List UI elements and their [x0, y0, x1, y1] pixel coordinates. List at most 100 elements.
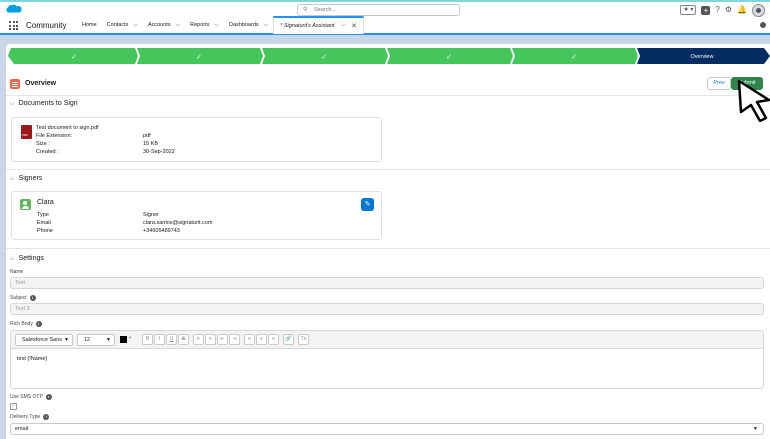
info-icon[interactable]: i — [29, 295, 36, 301]
signer-field-value: clara.santos@signaturit.com — [143, 220, 213, 226]
section-signers-header[interactable]: ⌵ Signers — [10, 174, 42, 184]
nav-settings-icon[interactable] — [760, 22, 766, 28]
app-name: Community — [26, 21, 67, 30]
signer-field-label: Email — [37, 220, 51, 226]
chevron-down-icon: ⌵ — [10, 101, 15, 107]
nav-item-reports[interactable]: Reports ⌵ — [185, 17, 224, 33]
text-color-dropdown-icon[interactable]: ▼ — [128, 335, 132, 340]
dropdown-arrow-icon: ▼ — [106, 337, 111, 343]
checkmark-icon: ✓ — [196, 53, 202, 61]
delivery-type-select[interactable]: email ▼ — [10, 423, 764, 435]
global-actions-icon[interactable]: + — [701, 5, 711, 15]
font-family-select[interactable]: Salesforce Sans ▼ — [15, 334, 73, 346]
underline-button[interactable]: U — [166, 334, 177, 345]
chevron-down-icon[interactable]: ⌵ — [133, 22, 138, 29]
app-launcher-icon[interactable] — [9, 21, 18, 30]
prev-button[interactable]: Prev — [707, 77, 731, 90]
search-placeholder: Search... — [314, 7, 337, 13]
checkmark-icon: ✓ — [446, 53, 452, 61]
rich-body-content[interactable]: test {!Name} — [17, 356, 47, 362]
notifications-bell-icon[interactable]: 🔔 — [737, 4, 747, 16]
delivery-type-label: Delivery Type i — [10, 414, 50, 420]
progress-path: ✓ ✓ ✓ ✓ ✓ Overview — [8, 48, 770, 64]
nav-item-label: Reports — [190, 22, 210, 28]
doc-field-label: Size : — [36, 141, 50, 147]
pdf-file-icon — [21, 125, 32, 139]
close-tab-icon[interactable]: ✕ — [351, 22, 357, 30]
align-right-button[interactable]: ≡ — [268, 334, 279, 345]
document-name[interactable]: Test document to sign.pdf — [36, 125, 99, 131]
app-navigation-bar: Community Home Contacts ⌵ Accounts ⌵ Rep… — [0, 15, 770, 35]
section-divider — [6, 169, 770, 170]
setup-gear-icon[interactable]: ⚙ — [725, 4, 732, 16]
font-size-value: 12 — [84, 337, 91, 343]
user-avatar[interactable] — [752, 3, 765, 17]
bold-button[interactable]: B — [142, 334, 153, 345]
link-icon[interactable]: 🔗 — [283, 334, 294, 345]
dropdown-arrow-icon: ▼ — [753, 426, 758, 432]
rich-text-toolbar: Salesforce Sans ▼ 12 ▼ ▼ B I U S ≡ ≡ ⇤ ⇥… — [11, 331, 763, 349]
nav-item-dashboards[interactable]: Dashboards ⌵ — [224, 17, 273, 33]
nav-item-contacts[interactable]: Contacts ⌵ — [102, 17, 143, 33]
rich-body-label: Rich Body i — [10, 321, 42, 327]
nav-item-label: Contacts — [106, 22, 129, 28]
doc-field-label: Created : — [36, 149, 59, 155]
clear-formatting-button[interactable]: Tx — [298, 334, 309, 345]
nav-item-accounts[interactable]: Accounts ⌵ — [143, 17, 185, 33]
font-size-select[interactable]: 12 ▼ — [77, 334, 115, 346]
chevron-down-icon[interactable]: ⌵ — [176, 22, 181, 29]
name-input[interactable]: Test — [10, 277, 764, 289]
nav-item-home[interactable]: Home — [77, 17, 102, 33]
align-left-button[interactable]: ≡ — [244, 334, 255, 345]
sms-otp-checkbox[interactable]: ✓ — [10, 403, 17, 410]
outdent-button[interactable]: ⇤ — [217, 334, 228, 345]
strikethrough-button[interactable]: S — [178, 334, 189, 345]
chevron-down-icon: ⌵ — [10, 176, 15, 182]
dropdown-arrow-icon: ▼ — [64, 337, 69, 343]
favorites-icon[interactable]: ★ ▾ — [680, 5, 697, 15]
section-settings-header[interactable]: ⌵ Settings — [10, 254, 44, 264]
chevron-down-icon[interactable]: ⌵ — [264, 22, 269, 29]
chevron-down-icon[interactable]: ⌵ — [214, 22, 219, 29]
path-current-label: Overview — [691, 54, 714, 60]
align-center-button[interactable]: ≡ — [256, 334, 267, 345]
section-documents-header[interactable]: ⌵ Documents to Sign — [10, 99, 78, 109]
global-search-input[interactable]: ⚲ Search... — [297, 4, 460, 16]
info-icon[interactable]: i — [45, 394, 52, 400]
bulleted-list-button[interactable]: ≡ — [193, 334, 204, 345]
salesforce-logo-icon[interactable] — [6, 4, 22, 15]
doc-field-value: 15 KB — [143, 141, 158, 147]
signer-field-value: +34605489743 — [143, 228, 180, 234]
nav-items: Home Contacts ⌵ Accounts ⌵ Reports ⌵ Das… — [77, 15, 364, 34]
subject-label: Subject i — [10, 295, 36, 301]
italic-button[interactable]: I — [154, 334, 165, 345]
section-divider — [6, 248, 770, 249]
page-header: Overview Prev Submit — [6, 72, 770, 96]
help-icon[interactable]: ? — [715, 4, 719, 16]
signer-name: Clara — [37, 199, 54, 206]
sms-otp-label-text: Use SMS OTP — [10, 394, 43, 400]
signer-field-value: Signer — [143, 212, 159, 218]
doc-field-label: File Extension: — [36, 133, 73, 139]
text-color-button[interactable] — [120, 336, 127, 343]
contact-icon — [20, 199, 31, 210]
sms-otp-label: Use SMS OTP i — [10, 394, 52, 400]
info-icon[interactable]: i — [35, 321, 42, 327]
edit-signer-button[interactable]: ✎ — [361, 198, 374, 211]
doc-field-value: 30-Sep-2022 — [143, 149, 175, 155]
rich-text-editor: Salesforce Sans ▼ 12 ▼ ▼ B I U S ≡ ≡ ⇤ ⇥… — [10, 330, 764, 389]
checkmark-icon: ✓ — [71, 53, 77, 61]
numbered-list-button[interactable]: ≡ — [205, 334, 216, 345]
nav-item-label: Accounts — [147, 22, 171, 28]
info-icon[interactable]: i — [43, 414, 50, 420]
global-header: ⚲ Search... ★ ▾ + ? ⚙ 🔔 — [0, 0, 770, 17]
name-label: Name — [10, 269, 23, 275]
name-label-text: Name — [10, 269, 24, 275]
page-title: Overview — [25, 80, 57, 87]
tab-signaturit-assistant[interactable]: * Signaturit's Assistant ⌵ ✕ — [273, 15, 364, 34]
indent-button[interactable]: ⇥ — [229, 334, 240, 345]
document-card: Test document to sign.pdf File Extension… — [11, 117, 382, 162]
chevron-down-icon[interactable]: ⌵ — [341, 22, 346, 29]
subject-input[interactable]: Test 3 — [10, 303, 764, 315]
search-icon: ⚲ — [303, 7, 308, 13]
